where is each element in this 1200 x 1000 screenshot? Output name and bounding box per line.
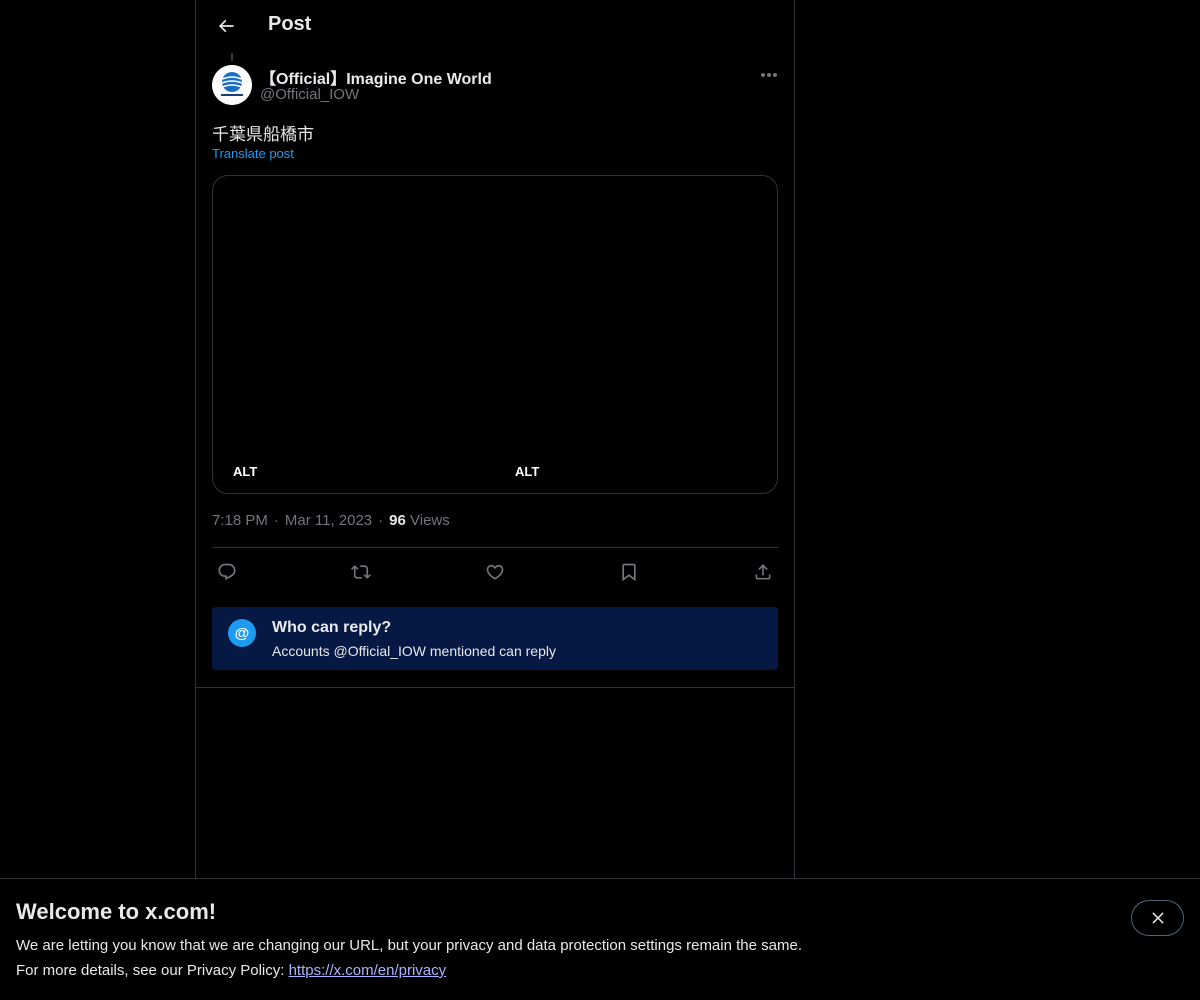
alt-badge[interactable]: ALT — [515, 464, 539, 479]
url-change-banner: Welcome to x.com! We are letting you kno… — [0, 878, 1200, 1000]
divider — [196, 687, 794, 688]
author-handle[interactable]: @Official_IOW — [260, 86, 359, 103]
banner-close-button[interactable] — [1131, 900, 1184, 936]
like-button[interactable] — [480, 558, 510, 586]
bookmark-button[interactable] — [614, 558, 644, 586]
page-header: Post — [196, 0, 794, 53]
globe-logo-icon — [212, 65, 252, 105]
avatar[interactable] — [212, 65, 252, 105]
like-icon — [486, 564, 504, 580]
share-button[interactable] — [748, 558, 778, 586]
banner-message: We are letting you know that we are chan… — [16, 937, 802, 954]
page-title: Post — [268, 13, 312, 35]
arrow-left-icon — [218, 19, 234, 33]
post-actions — [212, 558, 778, 586]
who-can-reply-box: @ Who can reply? Accounts @Official_IOW … — [212, 607, 778, 670]
meta-separator: · — [378, 512, 384, 529]
mention-icon: @ — [228, 619, 256, 647]
banner-privacy-prefix: For more details, see our Privacy Policy… — [16, 962, 289, 979]
media-image-2[interactable]: ALT — [495, 176, 777, 493]
bookmark-icon — [622, 563, 636, 582]
views-count: 96 — [389, 512, 406, 529]
share-icon — [755, 564, 771, 580]
alt-badge[interactable]: ALT — [233, 464, 257, 479]
reply-icon — [218, 563, 236, 581]
more-horizontal-icon — [761, 73, 777, 77]
views-label: Views — [410, 512, 450, 529]
translate-post-link[interactable]: Translate post — [212, 146, 294, 161]
back-button[interactable] — [208, 8, 244, 44]
privacy-policy-link[interactable]: https://x.com/en/privacy — [289, 962, 447, 979]
post-text: 千葉県船橋市 — [212, 125, 314, 144]
post-date[interactable]: Mar 11, 2023 — [285, 512, 372, 529]
post-time[interactable]: 7:18 PM — [212, 512, 268, 529]
post-meta: 7:18 PM · Mar 11, 2023 · 96 Views — [212, 512, 450, 529]
media-grid: ALT ALT — [212, 175, 778, 494]
reply-button[interactable] — [212, 558, 242, 586]
main-column: Post 【Official】Imagine One World @Offici… — [195, 0, 795, 1000]
reply-restriction-title: Who can reply? — [272, 619, 392, 636]
more-options-button[interactable] — [756, 65, 782, 85]
banner-privacy-line: For more details, see our Privacy Policy… — [16, 962, 446, 979]
close-icon — [1151, 912, 1164, 924]
repost-icon — [351, 565, 371, 579]
media-image-1[interactable]: ALT — [213, 176, 495, 493]
meta-separator: · — [273, 512, 279, 529]
reply-restriction-description: Accounts @Official_IOW mentioned can rep… — [272, 643, 556, 659]
divider — [212, 547, 778, 548]
banner-title: Welcome to x.com! — [16, 899, 217, 924]
thread-line — [231, 53, 233, 61]
repost-button[interactable] — [346, 558, 376, 586]
